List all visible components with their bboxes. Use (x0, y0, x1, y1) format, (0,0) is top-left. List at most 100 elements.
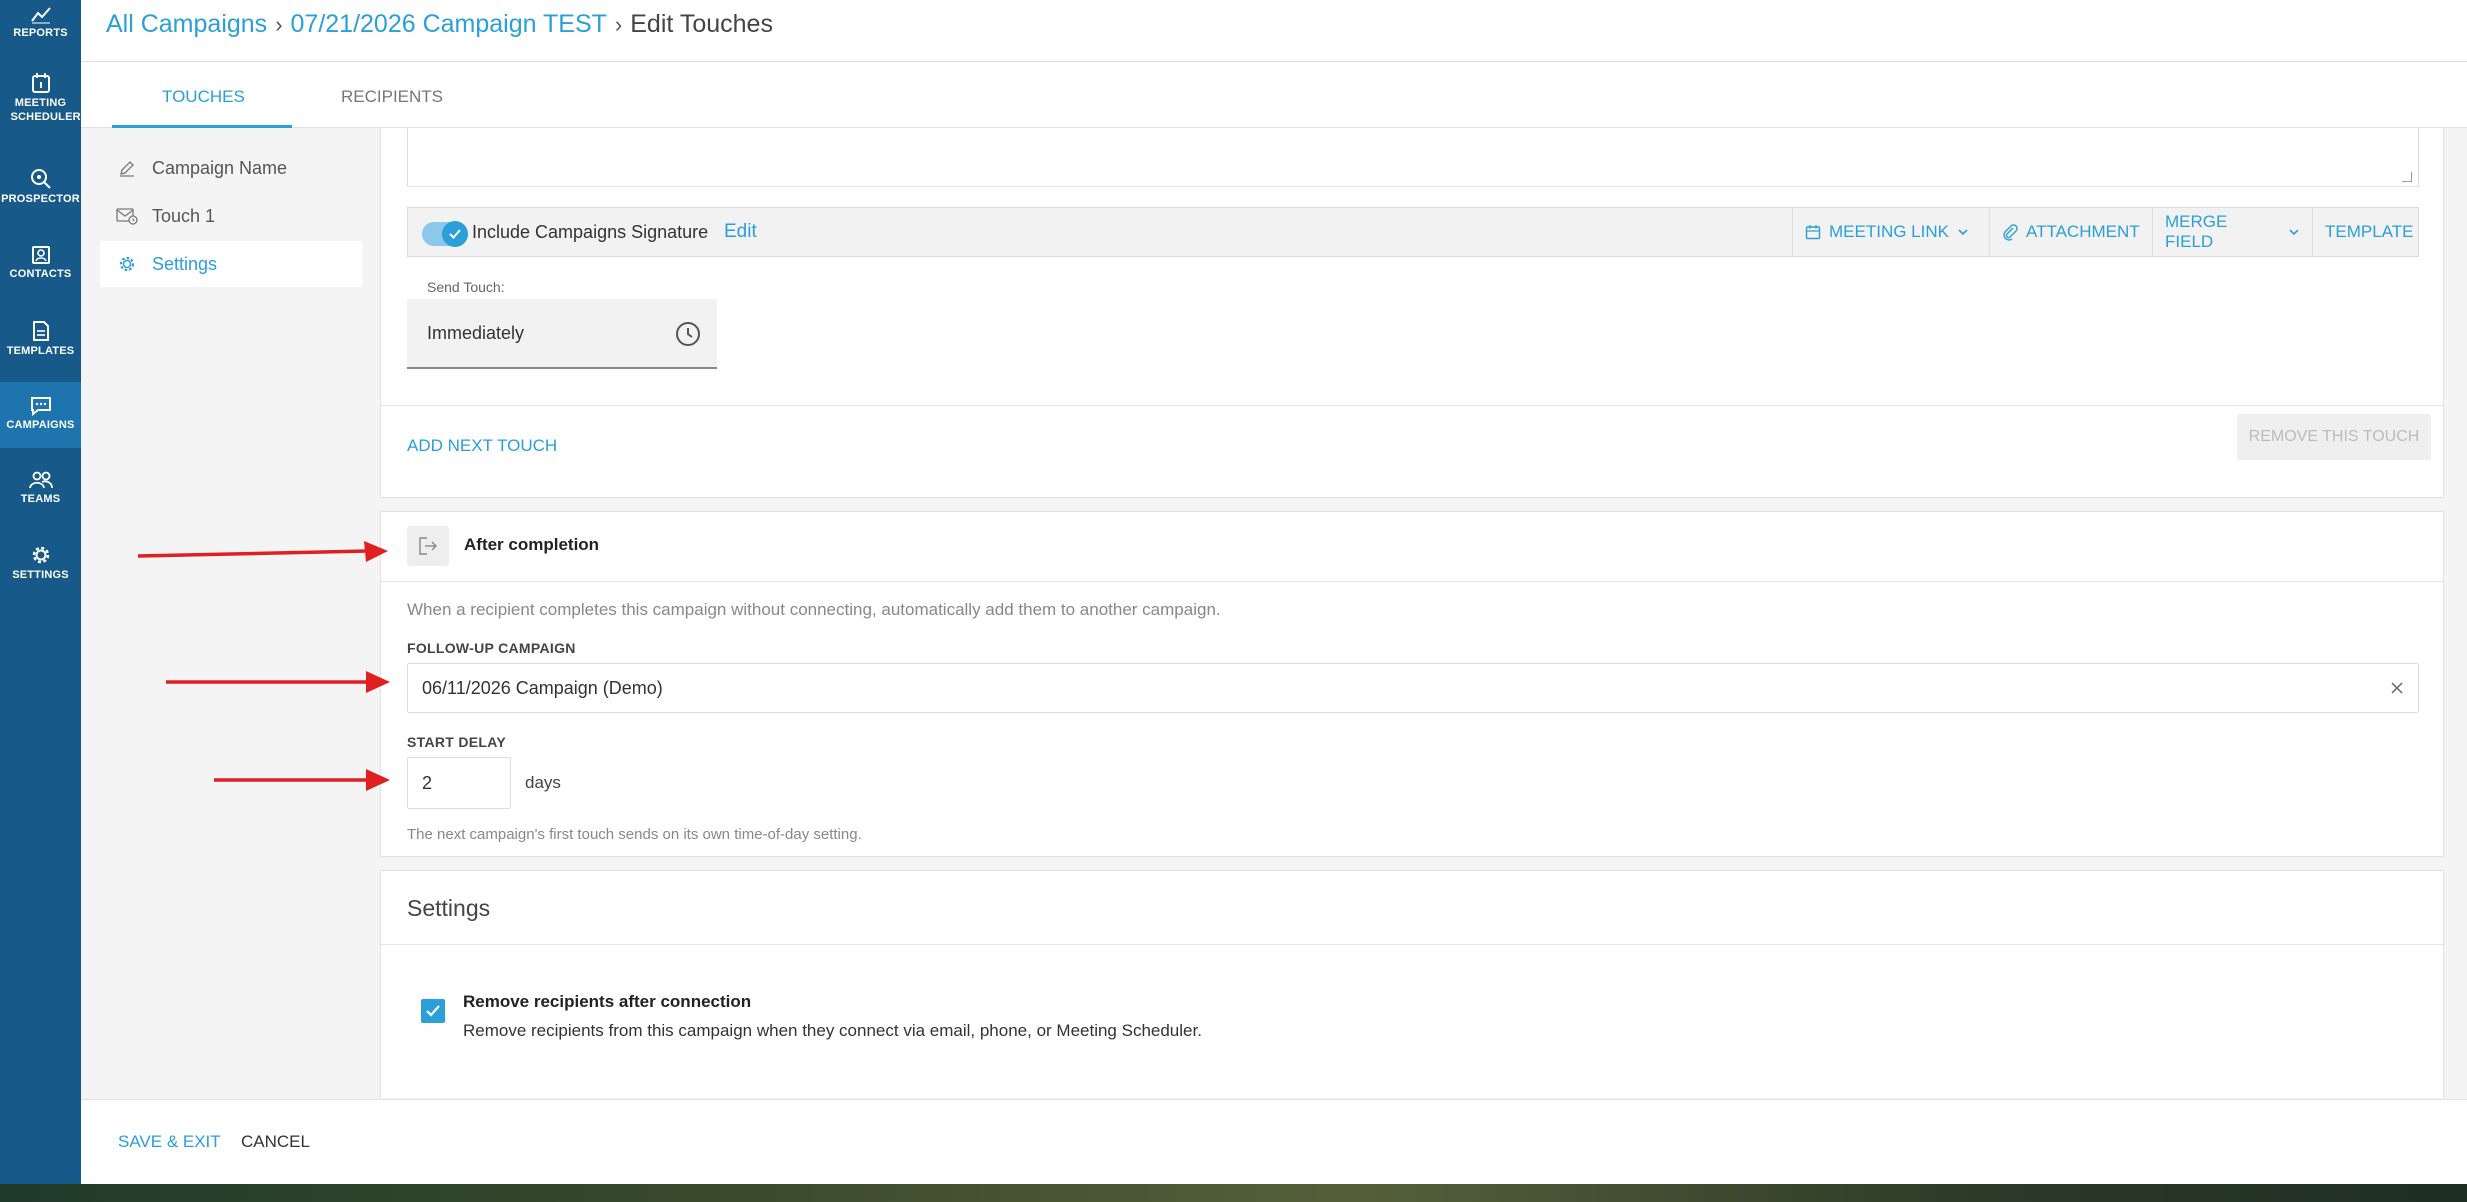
send-touch-value: Immediately (427, 323, 525, 343)
nav-teams[interactable]: TEAMS (0, 470, 81, 506)
page-header: All Campaigns › 07/21/2026 Campaign TEST… (81, 0, 2467, 62)
section-campaign-name[interactable]: Campaign Name (100, 145, 362, 191)
touch-footer: ADD NEXT TOUCH REMOVE THIS TOUCH (381, 405, 2443, 498)
remove-touch-button[interactable]: REMOVE THIS TOUCH (2237, 414, 2431, 460)
touch-card: Include Campaigns Signature Edit MEETING… (380, 128, 2444, 498)
chevron-down-icon (2289, 229, 2299, 236)
template-label: TEMPLATE (2325, 222, 2414, 241)
attachment-label: ATTACHMENT (2026, 222, 2140, 241)
save-exit-button[interactable]: SAVE & EXIT (118, 1132, 221, 1152)
edit-signature-link[interactable]: Edit (724, 221, 757, 243)
contact-card-icon (31, 246, 50, 264)
nav-label: CONTACTS (9, 268, 72, 280)
check-icon (442, 221, 468, 247)
editor-toolbar: Include Campaigns Signature Edit MEETING… (407, 207, 2419, 257)
section-label: Settings (152, 253, 218, 274)
nav-templates[interactable]: TEMPLATES (0, 320, 81, 358)
after-completion-header: After completion (381, 512, 2443, 582)
nav-contacts[interactable]: CONTACTS (0, 245, 81, 281)
message-editor[interactable] (407, 128, 2419, 187)
start-delay-input[interactable]: 2 (407, 757, 511, 809)
section-touch-1[interactable]: Touch 1 (100, 193, 362, 239)
signature-toggle[interactable] (422, 221, 468, 247)
chat-bubble-icon (30, 397, 51, 416)
check-icon (426, 1005, 440, 1017)
followup-campaign-label: FOLLOW-UP CAMPAIGN (407, 640, 576, 656)
send-touch-label: Send Touch: (427, 279, 505, 295)
paperclip-icon (2003, 224, 2018, 241)
settings-card: Settings Remove recipients after connect… (380, 870, 2444, 1098)
settings-header: Settings (381, 871, 2443, 945)
annotation-arrow (166, 671, 390, 693)
tab-bar: TOUCHES RECIPIENTS (81, 62, 2467, 128)
template-button[interactable]: TEMPLATE (2312, 208, 2418, 256)
chevron-right-icon: › (275, 11, 283, 37)
cancel-button[interactable]: CANCEL (241, 1132, 310, 1152)
after-completion-description: When a recipient completes this campaign… (407, 600, 1221, 619)
section-settings[interactable]: Settings (100, 241, 362, 287)
nav-label: CAMPAIGNS (6, 419, 75, 431)
calendar-icon (1805, 225, 1821, 240)
nav-label: MEETING SCHEDULER (10, 97, 81, 123)
active-tab-indicator (112, 125, 292, 128)
clock-icon (676, 322, 700, 346)
merge-field-label: MERGE FIELD (2165, 212, 2228, 251)
nav-meeting-scheduler[interactable]: MEETING SCHEDULER (0, 72, 81, 124)
page-footer: SAVE & EXIT CANCEL (81, 1099, 2467, 1184)
nav-settings[interactable]: SETTINGS (0, 544, 81, 582)
tab-recipients[interactable]: RECIPIENTS (341, 87, 443, 107)
remove-recipients-title: Remove recipients after connection (463, 992, 752, 1011)
calendar-icon (31, 73, 50, 93)
nav-label: REPORTS (13, 27, 68, 39)
send-touch-select[interactable]: Immediately (407, 299, 717, 369)
gear-icon (32, 546, 49, 564)
start-delay-value: 2 (422, 773, 433, 793)
pencil-icon (116, 157, 138, 179)
remove-recipients-description: Remove recipients from this campaign whe… (463, 1021, 1202, 1040)
followup-campaign-select[interactable]: 06/11/2026 Campaign (Demo) (407, 663, 2419, 713)
app-sidebar: REPORTS MEETING SCHEDULER PROSPECTOR CON… (0, 0, 81, 1184)
section-label: Touch 1 (152, 205, 216, 226)
desktop-wallpaper (0, 1184, 2467, 1202)
section-label: Campaign Name (152, 157, 288, 178)
nav-label: SETTINGS (12, 569, 69, 581)
start-delay-hint: The next campaign's first touch sends on… (407, 826, 862, 843)
nav-prospector[interactable]: PROSPECTOR (0, 168, 81, 206)
exit-icon (407, 526, 449, 566)
people-icon (28, 471, 53, 489)
merge-field-button[interactable]: MERGE FIELD (2152, 208, 2312, 256)
settings-title: Settings (407, 895, 491, 921)
section-nav: Campaign Name Touch 1 Settings (100, 145, 362, 289)
gear-icon (116, 253, 138, 275)
start-delay-label: START DELAY (407, 734, 506, 750)
nav-label: TEMPLATES (6, 345, 75, 357)
meeting-link-label: MEETING LINK (1829, 222, 1949, 241)
breadcrumb: All Campaigns › 07/21/2026 Campaign TEST… (106, 10, 773, 39)
envelope-clock-icon (116, 205, 138, 227)
breadcrumb-campaign[interactable]: 07/21/2026 Campaign TEST (291, 10, 607, 39)
signature-label: Include Campaigns Signature (472, 222, 709, 242)
after-completion-title: After completion (464, 535, 600, 554)
chart-line-icon (30, 7, 51, 24)
nav-campaigns[interactable]: CAMPAIGNS (0, 382, 81, 448)
annotation-arrow (137, 541, 388, 562)
page-title: Edit Touches (630, 10, 773, 38)
meeting-link-button[interactable]: MEETING LINK (1792, 208, 1989, 256)
annotation-arrow (214, 769, 390, 791)
remove-recipients-checkbox[interactable] (421, 999, 445, 1023)
nav-reports[interactable]: REPORTS (0, 6, 81, 40)
attachment-button[interactable]: ATTACHMENT (1989, 208, 2152, 256)
after-completion-card: After completion When a recipient comple… (380, 511, 2444, 857)
chevron-down-icon (1958, 229, 1968, 236)
nav-label: TEAMS (20, 493, 61, 505)
magnify-icon (30, 169, 51, 189)
followup-campaign-value: 06/11/2026 Campaign (Demo) (422, 678, 663, 698)
close-icon[interactable] (2388, 679, 2406, 697)
resize-handle-icon[interactable] (2402, 172, 2412, 182)
start-delay-unit: days (525, 773, 561, 792)
tab-touches[interactable]: TOUCHES (162, 87, 245, 107)
nav-label: PROSPECTOR (1, 193, 80, 205)
breadcrumb-all-campaigns[interactable]: All Campaigns (106, 10, 267, 39)
add-next-touch-button[interactable]: ADD NEXT TOUCH (407, 436, 557, 456)
chevron-right-icon: › (614, 11, 623, 37)
